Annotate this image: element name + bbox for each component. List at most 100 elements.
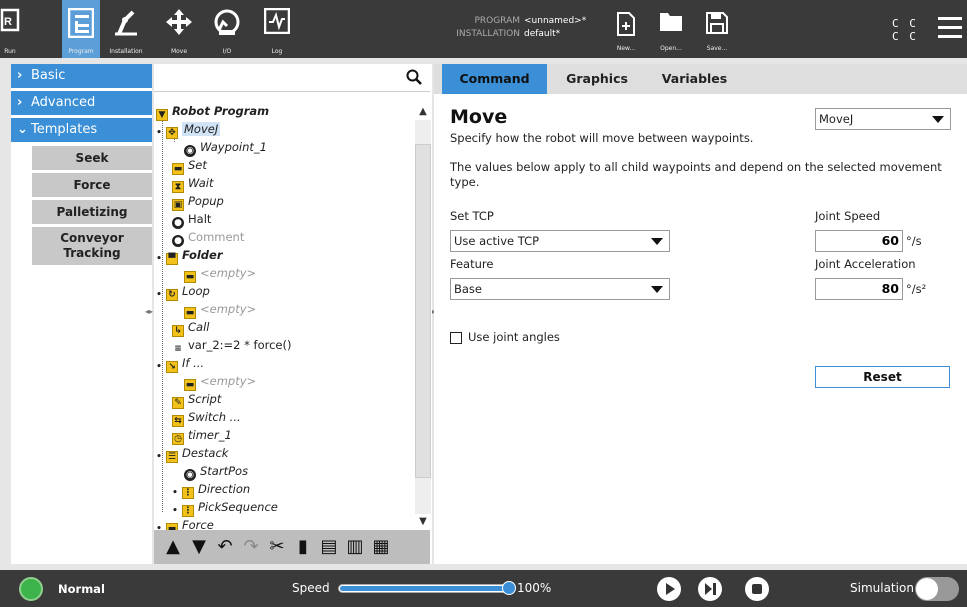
chevron-down-icon: ⌄ xyxy=(17,122,28,137)
program-tree: ▼ Robot Program • ✥ MoveJ ◉ Waypoint_1 ▬ Set … xyxy=(154,94,414,530)
search-input[interactable] xyxy=(158,67,398,89)
sidebar-item-conveyor-tracking[interactable]: Conveyor Tracking xyxy=(32,227,152,265)
move-type-select[interactable]: MoveJ xyxy=(815,108,951,130)
open-button[interactable]: Open... xyxy=(648,0,694,58)
search-icon[interactable] xyxy=(406,69,422,85)
undo-icon[interactable]: ↶ xyxy=(214,536,236,558)
nav-move[interactable]: Move xyxy=(160,0,198,58)
tree-node-pick-sequence[interactable]: • ⋮ PickSequence xyxy=(172,498,278,517)
tree-node-direction[interactable]: • ⋮ Direction xyxy=(172,480,250,499)
chevron-right-icon: › xyxy=(17,95,23,110)
copy-icon[interactable]: ▮ xyxy=(292,536,314,558)
open-label: Open... xyxy=(660,45,682,52)
joint-speed-unit: °/s xyxy=(906,234,922,248)
tree-label: Folder xyxy=(182,248,223,262)
tree-node-popup[interactable]: ▣ Popup xyxy=(172,192,224,211)
ur-logo: R Run xyxy=(0,0,20,58)
reset-button[interactable]: Reset xyxy=(815,366,950,388)
collapse-left-handle[interactable]: ◂▸ xyxy=(145,306,153,318)
hamburger-menu-icon[interactable] xyxy=(938,17,962,39)
pin-icon: • xyxy=(156,452,162,462)
delete-icon[interactable]: ▥ xyxy=(344,536,366,558)
tab-graphics[interactable]: Graphics xyxy=(547,64,647,94)
tree-label: Waypoint_1 xyxy=(200,140,267,154)
nav-installation-label: Installation xyxy=(109,48,143,55)
sidebar-item-templates[interactable]: ⌄ Templates xyxy=(11,118,152,142)
move-icon: ✥ xyxy=(166,127,178,139)
paste-icon[interactable]: ▤ xyxy=(318,536,340,558)
step-button[interactable] xyxy=(698,577,722,601)
program-name: <unnamed>* xyxy=(524,16,587,26)
simulation-toggle[interactable] xyxy=(915,577,959,601)
robot-status-icon[interactable] xyxy=(19,577,43,601)
sidebar-item-advanced[interactable]: › Advanced xyxy=(11,91,152,115)
tree-node-force[interactable]: • ▬ Force xyxy=(156,516,214,530)
tree-node-script[interactable]: ✎ Script xyxy=(172,390,221,409)
redo-icon[interactable]: ↷ xyxy=(240,536,262,558)
tree-label: If ... xyxy=(182,356,205,370)
speed-slider-handle[interactable] xyxy=(502,581,516,595)
sidebar-item-basic[interactable]: › Basic xyxy=(11,64,152,88)
tree-node-switch[interactable]: ⇆ Switch ... xyxy=(172,408,241,427)
joint-accel-input[interactable]: 80 xyxy=(815,278,903,300)
pin-icon: • xyxy=(156,254,162,264)
program-icon xyxy=(68,8,94,38)
move-type-value: MoveJ xyxy=(819,112,854,126)
tree-node-empty[interactable]: ▬ <empty> xyxy=(184,264,256,283)
nav-io[interactable]: I/O xyxy=(208,0,246,58)
play-icon xyxy=(666,583,675,595)
tree-node-assignment[interactable]: ≡ var_2:=2 * force() xyxy=(172,336,291,354)
new-button[interactable]: New... xyxy=(603,0,649,58)
sidebar-item-seek[interactable]: Seek xyxy=(32,146,152,170)
move-arrows-icon xyxy=(166,9,192,35)
move-up-icon[interactable]: ▲ xyxy=(162,536,184,558)
scrollbar-thumb[interactable] xyxy=(415,144,431,478)
tree-node-loop[interactable]: • ↻ Loop xyxy=(156,282,210,301)
tree-node-empty[interactable]: ▬ <empty> xyxy=(184,372,256,391)
tree-node-folder[interactable]: • ▀ Folder xyxy=(156,246,223,265)
tree-node-empty[interactable]: ▬ <empty> xyxy=(184,300,256,319)
nav-program[interactable]: Program xyxy=(62,0,100,58)
sidebar-item-force[interactable]: Force xyxy=(32,173,152,197)
use-joint-angles-checkbox[interactable] xyxy=(450,332,462,344)
sidebar-item-palletizing[interactable]: Palletizing xyxy=(32,200,152,224)
tree-node-movej[interactable]: • ✥ MoveJ xyxy=(156,120,221,139)
chevron-up-icon[interactable]: ▲ xyxy=(415,104,431,120)
save-button[interactable]: Save... xyxy=(694,0,740,58)
installation-key: INSTALLATION xyxy=(456,29,520,39)
io-icon xyxy=(214,9,240,35)
nav-log[interactable]: Log xyxy=(258,0,296,58)
new-label: New... xyxy=(616,45,636,52)
tree-node-startpos[interactable]: ◉ StartPos xyxy=(184,462,248,481)
tree-node-destack[interactable]: • ☰ Destack xyxy=(156,444,228,463)
new-file-icon xyxy=(617,12,635,36)
dropdown-arrow-icon xyxy=(651,238,663,245)
tree-node-waypoint[interactable]: ◉ Waypoint_1 xyxy=(184,138,267,157)
set-tcp-select[interactable]: Use active TCP xyxy=(450,230,670,252)
joint-speed-input[interactable]: 60 xyxy=(815,230,903,252)
tree-node-if[interactable]: • ↘ If ... xyxy=(156,354,205,373)
move-down-icon[interactable]: ▼ xyxy=(188,536,210,558)
chevron-down-icon[interactable]: ▼ xyxy=(415,514,431,530)
suppress-icon[interactable]: ▦ xyxy=(370,536,392,558)
use-joint-angles-label: Use joint angles xyxy=(468,330,560,344)
tree-node-timer[interactable]: ◷ timer_1 xyxy=(172,426,232,445)
tree-label: timer_1 xyxy=(188,428,232,442)
tree-node-robot-program[interactable]: ▼ Robot Program xyxy=(156,102,269,121)
stop-button[interactable] xyxy=(745,577,769,601)
cut-icon[interactable]: ✂ xyxy=(266,536,288,558)
tree-scrollbar[interactable]: ▲ ▼ xyxy=(415,104,431,530)
tree-node-set[interactable]: ▬ Set xyxy=(172,156,207,175)
tree-node-comment[interactable]: ● Comment xyxy=(172,228,244,247)
tree-node-halt[interactable]: ● Halt xyxy=(172,210,211,229)
feature-select[interactable]: Base xyxy=(450,278,670,300)
program-node-sidebar: › Basic › Advanced ⌄ Templates Seek Force P… xyxy=(11,64,152,564)
play-button[interactable] xyxy=(657,577,681,601)
tree-node-wait[interactable]: ⧗ Wait xyxy=(172,174,214,193)
speed-slider[interactable] xyxy=(338,584,508,593)
tab-command[interactable]: Command xyxy=(442,64,547,94)
command-panel: Command Graphics Variables Move MoveJ Sp… xyxy=(434,64,967,564)
tab-variables[interactable]: Variables xyxy=(647,64,742,94)
nav-installation[interactable]: Installation xyxy=(100,0,152,58)
tree-node-call[interactable]: ↳ Call xyxy=(172,318,209,337)
